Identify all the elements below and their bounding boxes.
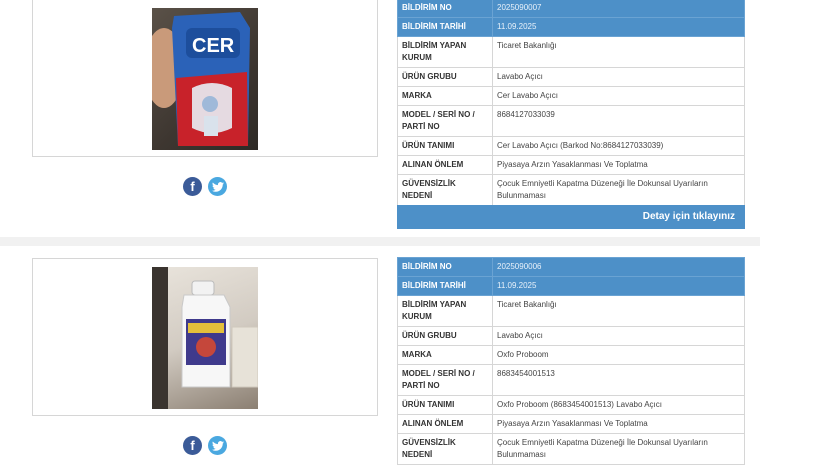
- field-label: ÜRÜN TANIMI: [397, 395, 493, 415]
- twitter-bird-icon: [211, 181, 224, 192]
- field-value: Oxfo Proboom (8683454001513) Lavabo Açıc…: [492, 395, 745, 415]
- table-row: ÜRÜN TANIMI Oxfo Proboom (8683454001513) …: [397, 395, 745, 415]
- table-row: ÜRÜN TANIMI Cer Lavabo Açıcı (Barkod No:8…: [397, 136, 745, 156]
- product-image-frame: [32, 258, 378, 416]
- field-value: Çocuk Emniyetli Kapatma Düzeneği İle Dok…: [492, 174, 745, 206]
- table-row: ÜRÜN GRUBU Lavabo Açıcı: [397, 326, 745, 346]
- field-value: Çocuk Emniyetli Kapatma Düzeneği İle Dok…: [492, 433, 745, 465]
- field-label: BİLDİRİM NO: [397, 0, 493, 18]
- product-photo-art: CER: [152, 12, 250, 146]
- field-label: ÜRÜN GRUBU: [397, 67, 493, 87]
- field-value: Lavabo Açıcı: [492, 326, 745, 346]
- field-value: 11.09.2025: [492, 17, 745, 37]
- detail-link-button[interactable]: Detay için tıklayınız: [397, 205, 745, 229]
- field-value: Oxfo Proboom: [492, 345, 745, 365]
- table-row: MARKA Oxfo Proboom: [397, 345, 745, 365]
- field-label: MARKA: [397, 345, 493, 365]
- share-buttons: f: [183, 177, 227, 196]
- share-buttons: f: [183, 436, 227, 455]
- field-label: MODEL / SERİ NO / PARTİ NO: [397, 364, 493, 396]
- table-row: MARKA Cer Lavabo Açıcı: [397, 86, 745, 106]
- field-value: Lavabo Açıcı: [492, 67, 745, 87]
- table-row: GÜVENSİZLİK NEDENİ Çocuk Emniyetli Kapatm…: [397, 174, 745, 206]
- field-value: Ticaret Bakanlığı: [492, 36, 745, 68]
- field-label: BİLDİRİM YAPAN KURUM: [397, 295, 493, 327]
- facebook-icon[interactable]: f: [183, 177, 202, 196]
- notification-table: BİLDİRİM NO 2025090006 BİLDİRİM TARİHİ 11.…: [397, 257, 745, 465]
- table-row: ALINAN ÖNLEM Piyasaya Arzın Yasaklanması …: [397, 155, 745, 175]
- product-image-frame: CER: [32, 0, 378, 157]
- field-label: ÜRÜN TANIMI: [397, 136, 493, 156]
- table-row: MODEL / SERİ NO / PARTİ NO 8684127033039: [397, 105, 745, 137]
- product-photo-art: [152, 267, 258, 409]
- twitter-bird-icon: [211, 440, 224, 451]
- table-row: MODEL / SERİ NO / PARTİ NO 8683454001513: [397, 364, 745, 396]
- field-label: GÜVENSİZLİK NEDENİ: [397, 174, 493, 206]
- field-label: GÜVENSİZLİK NEDENİ: [397, 433, 493, 465]
- field-value: 2025090006: [492, 257, 745, 277]
- field-label: BİLDİRİM TARİHİ: [397, 276, 493, 296]
- field-value: Cer Lavabo Açıcı (Barkod No:868412703303…: [492, 136, 745, 156]
- field-value: Piyasaya Arzın Yasaklanması Ve Toplatma: [492, 414, 745, 434]
- twitter-icon[interactable]: [208, 436, 227, 455]
- table-row: BİLDİRİM YAPAN KURUM Ticaret Bakanlığı: [397, 36, 745, 68]
- field-label: BİLDİRİM NO: [397, 257, 493, 277]
- field-label: MARKA: [397, 86, 493, 106]
- table-row: BİLDİRİM TARİHİ 11.09.2025: [397, 17, 745, 37]
- field-value: Ticaret Bakanlığı: [492, 295, 745, 327]
- table-row: BİLDİRİM TARİHİ 11.09.2025: [397, 276, 745, 296]
- twitter-icon[interactable]: [208, 177, 227, 196]
- field-label: ÜRÜN GRUBU: [397, 326, 493, 346]
- table-row: BİLDİRİM NO 2025090006: [397, 257, 745, 277]
- field-label: MODEL / SERİ NO / PARTİ NO: [397, 105, 493, 137]
- field-label: ALINAN ÖNLEM: [397, 155, 493, 175]
- product-logo-text: CER: [192, 35, 235, 57]
- table-row: BİLDİRİM YAPAN KURUM Ticaret Bakanlığı: [397, 295, 745, 327]
- field-value: 8684127033039: [492, 105, 745, 137]
- notification-table: BİLDİRİM NO 2025090007 BİLDİRİM TARİHİ 11.…: [397, 0, 745, 206]
- field-label: BİLDİRİM YAPAN KURUM: [397, 36, 493, 68]
- facebook-icon[interactable]: f: [183, 436, 202, 455]
- field-value: Cer Lavabo Açıcı: [492, 86, 745, 106]
- table-row: BİLDİRİM NO 2025090007: [397, 0, 745, 18]
- field-label: BİLDİRİM TARİHİ: [397, 17, 493, 37]
- table-row: ALINAN ÖNLEM Piyasaya Arzın Yasaklanması …: [397, 414, 745, 434]
- product-photo[interactable]: [152, 267, 258, 409]
- table-row: ÜRÜN GRUBU Lavabo Açıcı: [397, 67, 745, 87]
- field-label: ALINAN ÖNLEM: [397, 414, 493, 434]
- table-row: GÜVENSİZLİK NEDENİ Çocuk Emniyetli Kapatm…: [397, 433, 745, 465]
- field-value: 2025090007: [492, 0, 745, 18]
- field-value: 8683454001513: [492, 364, 745, 396]
- field-value: Piyasaya Arzın Yasaklanması Ve Toplatma: [492, 155, 745, 175]
- product-photo[interactable]: CER: [152, 8, 258, 150]
- field-value: 11.09.2025: [492, 276, 745, 296]
- record-separator: [0, 237, 760, 246]
